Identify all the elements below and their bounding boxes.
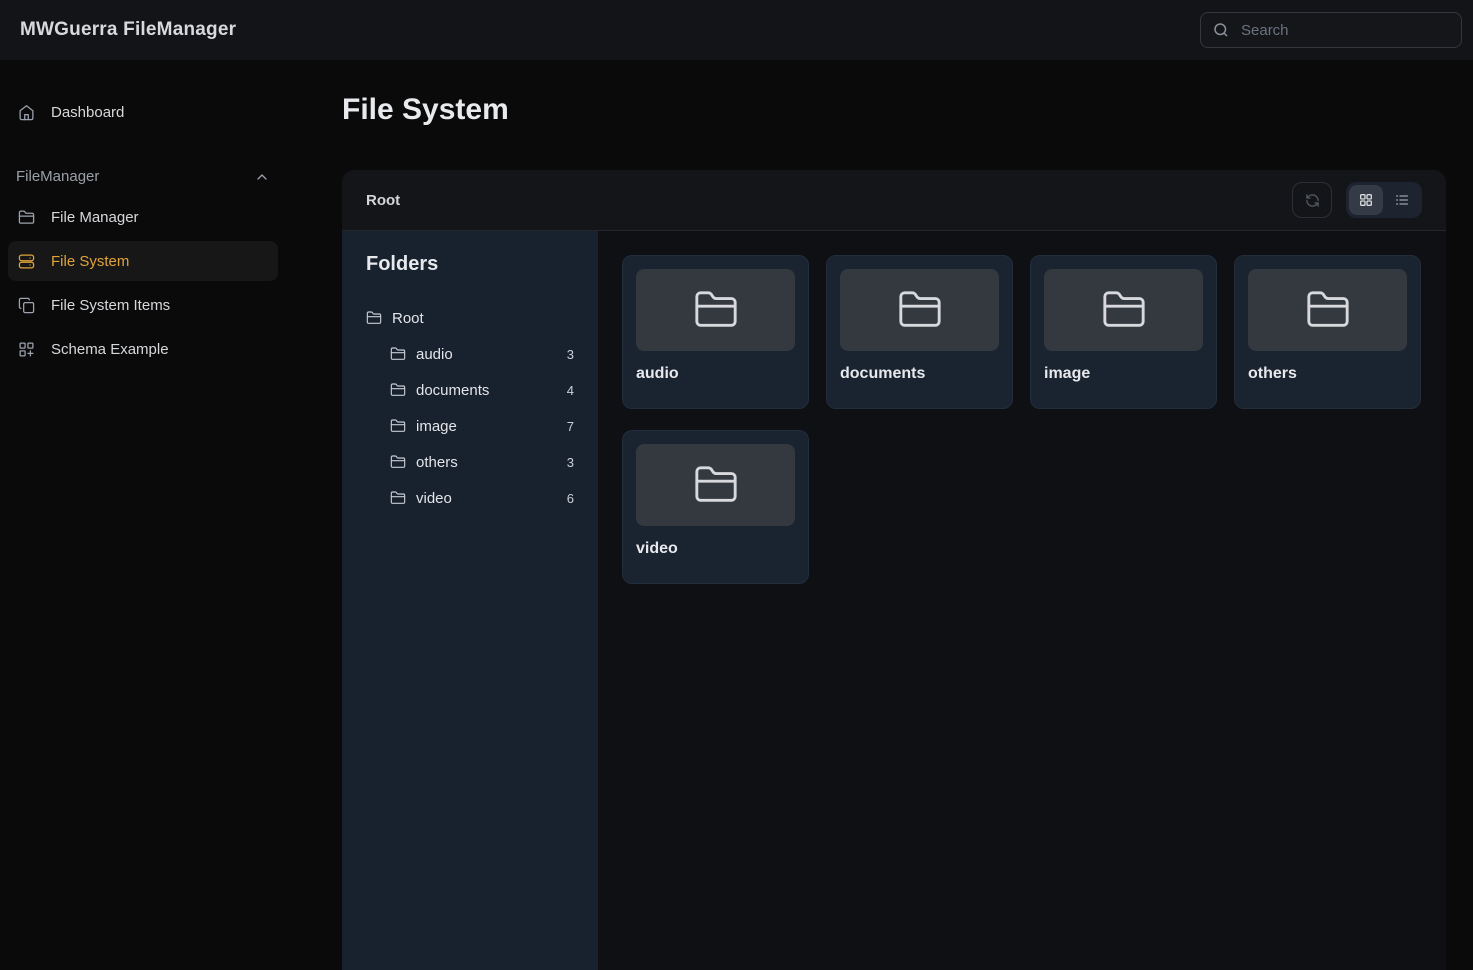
list-view-icon <box>1394 192 1410 208</box>
search-icon <box>1212 21 1230 39</box>
sidebar-item-dashboard[interactable]: Dashboard <box>8 92 278 132</box>
tree-item-label: others <box>416 454 458 471</box>
folder-icon <box>693 287 739 333</box>
grid-plus-icon <box>18 341 35 358</box>
app-title: MWGuerra FileManager <box>20 19 236 41</box>
folders-tree-panel: Folders Root audio 3 <box>342 231 598 970</box>
app-body: Dashboard FileManager File Manager <box>0 60 1473 970</box>
folder-icon <box>18 209 35 226</box>
folder-icon <box>1101 287 1147 333</box>
copy-icon <box>18 297 35 314</box>
folder-icon <box>897 287 943 333</box>
topbar: MWGuerra FileManager <box>0 0 1473 60</box>
tree-item-image[interactable]: image 7 <box>366 408 574 444</box>
folder-icon <box>1305 287 1351 333</box>
sidebar-item-label: File Manager <box>51 209 139 226</box>
sidebar-item-label: File System <box>51 253 129 270</box>
tree-item-count: 4 <box>567 383 574 398</box>
folder-card-audio[interactable]: audio <box>622 255 809 409</box>
folder-icon <box>366 310 382 326</box>
folders-title: Folders <box>366 253 574 276</box>
folder-card-label: video <box>636 540 795 558</box>
sidebar-item-schema-example[interactable]: Schema Example <box>8 329 278 369</box>
tree-children: audio 3 documents 4 image 7 others 3 vid… <box>366 336 574 516</box>
tree-item-label: audio <box>416 346 453 363</box>
tree-item-count: 3 <box>567 455 574 470</box>
tree-item-documents[interactable]: documents 4 <box>366 372 574 408</box>
folder-icon <box>390 418 406 434</box>
sidebar-item-file-system-items[interactable]: File System Items <box>8 285 278 325</box>
folder-thumbnail <box>1044 269 1203 351</box>
tree-item-label: Root <box>392 310 424 327</box>
folder-thumbnail <box>636 444 795 526</box>
folder-card-documents[interactable]: documents <box>826 255 1013 409</box>
sidebar-item-label: File System Items <box>51 297 170 314</box>
grid-view-button[interactable] <box>1349 185 1383 215</box>
sidebar-item-file-system[interactable]: File System <box>8 241 278 281</box>
tree-item-audio[interactable]: audio 3 <box>366 336 574 372</box>
tree-item-count: 3 <box>567 347 574 362</box>
folder-icon <box>693 462 739 508</box>
tree-item-others[interactable]: others 3 <box>366 444 574 480</box>
folder-card-label: image <box>1044 365 1203 383</box>
section-label: FileManager <box>16 168 99 185</box>
folder-card-label: audio <box>636 365 795 383</box>
home-icon <box>18 104 35 121</box>
view-mode-toggle <box>1346 182 1422 218</box>
tree-item-video[interactable]: video 6 <box>366 480 574 516</box>
refresh-button[interactable] <box>1292 182 1332 218</box>
folder-thumbnail <box>840 269 999 351</box>
tree-item-label: documents <box>416 382 489 399</box>
folder-icon <box>390 454 406 470</box>
refresh-icon <box>1305 193 1320 208</box>
tree-item-count: 7 <box>567 419 574 434</box>
folder-thumbnail <box>1248 269 1407 351</box>
sidebar-item-label: Schema Example <box>51 341 169 358</box>
folder-card-label: others <box>1248 365 1407 383</box>
folder-thumbnail <box>636 269 795 351</box>
grid-view-icon <box>1358 192 1374 208</box>
folder-card-video[interactable]: video <box>622 430 809 584</box>
folder-grid-area: audio documents image others <box>598 231 1446 970</box>
list-view-button[interactable] <box>1385 185 1419 215</box>
search-box <box>1200 12 1462 48</box>
sidebar-item-label: Dashboard <box>51 104 124 121</box>
folder-card-others[interactable]: others <box>1234 255 1421 409</box>
browser-toolbar: Root <box>342 170 1446 231</box>
server-icon <box>18 253 35 270</box>
tree-item-root[interactable]: Root <box>366 300 574 336</box>
folder-icon <box>390 490 406 506</box>
folder-card-image[interactable]: image <box>1030 255 1217 409</box>
toolbar-actions <box>1292 182 1422 218</box>
file-browser-panel: Root <box>342 170 1446 970</box>
tree-item-label: image <box>416 418 457 435</box>
app-window: MWGuerra FileManager Dashboard FileManag… <box>0 0 1473 970</box>
browser-body: Folders Root audio 3 <box>342 231 1446 970</box>
chevron-up-icon <box>254 169 270 185</box>
breadcrumb[interactable]: Root <box>366 192 400 209</box>
main-content: File System Root <box>286 60 1473 970</box>
search-input[interactable] <box>1200 12 1462 48</box>
tree-item-label: video <box>416 490 452 507</box>
page-title: File System <box>342 92 1446 128</box>
tree-item-count: 6 <box>567 491 574 506</box>
folder-cards: audio documents image others <box>622 255 1422 584</box>
sidebar-item-file-manager[interactable]: File Manager <box>8 197 278 237</box>
folder-card-label: documents <box>840 365 999 383</box>
folder-icon <box>390 346 406 362</box>
sidebar: Dashboard FileManager File Manager <box>0 60 286 970</box>
folder-icon <box>390 382 406 398</box>
sidebar-section-filemanager[interactable]: FileManager <box>0 168 286 185</box>
